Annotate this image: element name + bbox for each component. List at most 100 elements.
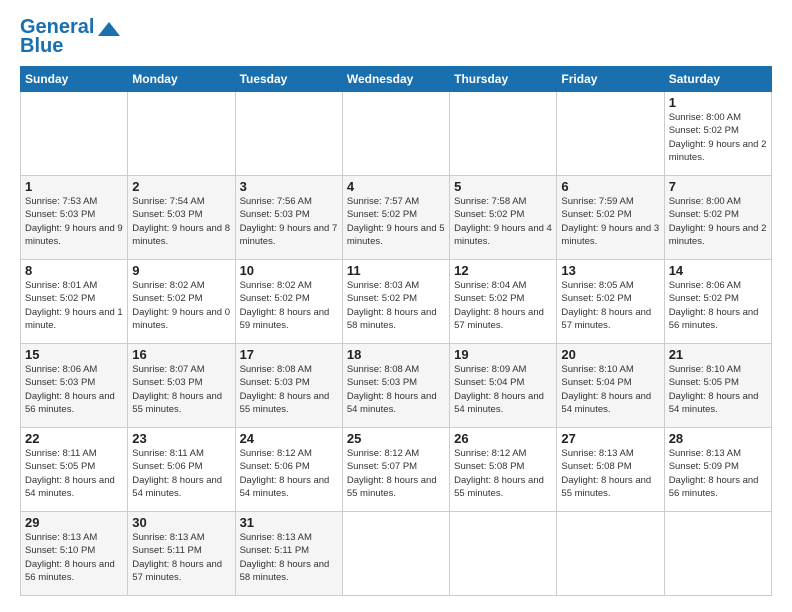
calendar-cell: 24Sunrise: 8:12 AMSunset: 5:06 PMDayligh…	[235, 428, 342, 512]
calendar-cell: 3Sunrise: 7:56 AMSunset: 5:03 PMDaylight…	[235, 176, 342, 260]
day-info: Sunrise: 8:02 AMSunset: 5:02 PMDaylight:…	[132, 279, 230, 332]
day-number: 12	[454, 263, 552, 278]
calendar-cell: 30Sunrise: 8:13 AMSunset: 5:11 PMDayligh…	[128, 512, 235, 596]
header: General Blue	[20, 16, 772, 58]
day-info: Sunrise: 8:13 AMSunset: 5:08 PMDaylight:…	[561, 447, 659, 500]
calendar-week-0: 1Sunrise: 8:00 AMSunset: 5:02 PMDaylight…	[21, 92, 772, 176]
day-number: 1	[669, 95, 767, 110]
day-number: 16	[132, 347, 230, 362]
day-number: 23	[132, 431, 230, 446]
logo-arrow-icon	[98, 22, 120, 36]
day-info: Sunrise: 8:12 AMSunset: 5:07 PMDaylight:…	[347, 447, 445, 500]
day-info: Sunrise: 8:03 AMSunset: 5:02 PMDaylight:…	[347, 279, 445, 332]
day-info: Sunrise: 8:00 AMSunset: 5:02 PMDaylight:…	[669, 111, 767, 164]
calendar-cell: 8Sunrise: 8:01 AMSunset: 5:02 PMDaylight…	[21, 260, 128, 344]
day-info: Sunrise: 8:13 AMSunset: 5:11 PMDaylight:…	[240, 531, 338, 584]
day-number: 29	[25, 515, 123, 530]
calendar-cell: 14Sunrise: 8:06 AMSunset: 5:02 PMDayligh…	[664, 260, 771, 344]
day-info: Sunrise: 7:57 AMSunset: 5:02 PMDaylight:…	[347, 195, 445, 248]
day-info: Sunrise: 7:58 AMSunset: 5:02 PMDaylight:…	[454, 195, 552, 248]
day-number: 26	[454, 431, 552, 446]
calendar-cell: 18Sunrise: 8:08 AMSunset: 5:03 PMDayligh…	[342, 344, 449, 428]
calendar-cell: 20Sunrise: 8:10 AMSunset: 5:04 PMDayligh…	[557, 344, 664, 428]
day-info: Sunrise: 7:53 AMSunset: 5:03 PMDaylight:…	[25, 195, 123, 248]
day-number: 7	[669, 179, 767, 194]
calendar-week-1: 1Sunrise: 7:53 AMSunset: 5:03 PMDaylight…	[21, 176, 772, 260]
calendar-cell: 13Sunrise: 8:05 AMSunset: 5:02 PMDayligh…	[557, 260, 664, 344]
calendar-cell: 11Sunrise: 8:03 AMSunset: 5:02 PMDayligh…	[342, 260, 449, 344]
weekday-header-wednesday: Wednesday	[342, 67, 449, 92]
calendar-cell: 9Sunrise: 8:02 AMSunset: 5:02 PMDaylight…	[128, 260, 235, 344]
day-info: Sunrise: 8:12 AMSunset: 5:06 PMDaylight:…	[240, 447, 338, 500]
calendar-cell	[450, 512, 557, 596]
day-info: Sunrise: 7:54 AMSunset: 5:03 PMDaylight:…	[132, 195, 230, 248]
calendar-cell: 23Sunrise: 8:11 AMSunset: 5:06 PMDayligh…	[128, 428, 235, 512]
day-number: 8	[25, 263, 123, 278]
calendar-week-4: 22Sunrise: 8:11 AMSunset: 5:05 PMDayligh…	[21, 428, 772, 512]
day-info: Sunrise: 7:59 AMSunset: 5:02 PMDaylight:…	[561, 195, 659, 248]
logo-blue: Blue	[20, 35, 63, 58]
day-number: 30	[132, 515, 230, 530]
calendar-cell: 17Sunrise: 8:08 AMSunset: 5:03 PMDayligh…	[235, 344, 342, 428]
calendar-table: SundayMondayTuesdayWednesdayThursdayFrid…	[20, 66, 772, 596]
day-info: Sunrise: 8:13 AMSunset: 5:09 PMDaylight:…	[669, 447, 767, 500]
day-number: 15	[25, 347, 123, 362]
day-info: Sunrise: 7:56 AMSunset: 5:03 PMDaylight:…	[240, 195, 338, 248]
day-info: Sunrise: 8:05 AMSunset: 5:02 PMDaylight:…	[561, 279, 659, 332]
calendar-cell: 1Sunrise: 7:53 AMSunset: 5:03 PMDaylight…	[21, 176, 128, 260]
calendar-cell: 25Sunrise: 8:12 AMSunset: 5:07 PMDayligh…	[342, 428, 449, 512]
day-number: 18	[347, 347, 445, 362]
day-number: 25	[347, 431, 445, 446]
day-number: 27	[561, 431, 659, 446]
calendar-cell: 1Sunrise: 8:00 AMSunset: 5:02 PMDaylight…	[664, 92, 771, 176]
calendar-cell	[235, 92, 342, 176]
day-number: 11	[347, 263, 445, 278]
calendar-cell: 21Sunrise: 8:10 AMSunset: 5:05 PMDayligh…	[664, 344, 771, 428]
weekday-header-monday: Monday	[128, 67, 235, 92]
calendar-cell: 5Sunrise: 7:58 AMSunset: 5:02 PMDaylight…	[450, 176, 557, 260]
day-info: Sunrise: 8:07 AMSunset: 5:03 PMDaylight:…	[132, 363, 230, 416]
weekday-header-friday: Friday	[557, 67, 664, 92]
day-number: 20	[561, 347, 659, 362]
logo: General Blue	[20, 16, 120, 58]
day-info: Sunrise: 8:10 AMSunset: 5:05 PMDaylight:…	[669, 363, 767, 416]
calendar-cell: 4Sunrise: 7:57 AMSunset: 5:02 PMDaylight…	[342, 176, 449, 260]
day-info: Sunrise: 8:01 AMSunset: 5:02 PMDaylight:…	[25, 279, 123, 332]
day-number: 21	[669, 347, 767, 362]
day-info: Sunrise: 8:09 AMSunset: 5:04 PMDaylight:…	[454, 363, 552, 416]
day-info: Sunrise: 8:11 AMSunset: 5:06 PMDaylight:…	[132, 447, 230, 500]
calendar-cell	[342, 512, 449, 596]
calendar-cell: 19Sunrise: 8:09 AMSunset: 5:04 PMDayligh…	[450, 344, 557, 428]
day-number: 14	[669, 263, 767, 278]
calendar-cell	[342, 92, 449, 176]
day-info: Sunrise: 8:00 AMSunset: 5:02 PMDaylight:…	[669, 195, 767, 248]
day-number: 4	[347, 179, 445, 194]
calendar-cell: 2Sunrise: 7:54 AMSunset: 5:03 PMDaylight…	[128, 176, 235, 260]
calendar-cell	[21, 92, 128, 176]
day-number: 6	[561, 179, 659, 194]
calendar-cell: 12Sunrise: 8:04 AMSunset: 5:02 PMDayligh…	[450, 260, 557, 344]
day-info: Sunrise: 8:10 AMSunset: 5:04 PMDaylight:…	[561, 363, 659, 416]
day-number: 5	[454, 179, 552, 194]
day-number: 31	[240, 515, 338, 530]
day-number: 24	[240, 431, 338, 446]
calendar-cell	[557, 512, 664, 596]
day-number: 1	[25, 179, 123, 194]
calendar-cell: 22Sunrise: 8:11 AMSunset: 5:05 PMDayligh…	[21, 428, 128, 512]
weekday-header-saturday: Saturday	[664, 67, 771, 92]
day-info: Sunrise: 8:08 AMSunset: 5:03 PMDaylight:…	[347, 363, 445, 416]
day-info: Sunrise: 8:11 AMSunset: 5:05 PMDaylight:…	[25, 447, 123, 500]
calendar-week-2: 8Sunrise: 8:01 AMSunset: 5:02 PMDaylight…	[21, 260, 772, 344]
calendar-cell: 15Sunrise: 8:06 AMSunset: 5:03 PMDayligh…	[21, 344, 128, 428]
day-info: Sunrise: 8:13 AMSunset: 5:10 PMDaylight:…	[25, 531, 123, 584]
calendar-cell	[128, 92, 235, 176]
weekday-header-tuesday: Tuesday	[235, 67, 342, 92]
calendar-cell: 7Sunrise: 8:00 AMSunset: 5:02 PMDaylight…	[664, 176, 771, 260]
day-info: Sunrise: 8:02 AMSunset: 5:02 PMDaylight:…	[240, 279, 338, 332]
calendar-body: 1Sunrise: 8:00 AMSunset: 5:02 PMDaylight…	[21, 92, 772, 596]
day-info: Sunrise: 8:08 AMSunset: 5:03 PMDaylight:…	[240, 363, 338, 416]
calendar-cell	[664, 512, 771, 596]
weekday-header-thursday: Thursday	[450, 67, 557, 92]
calendar-cell: 16Sunrise: 8:07 AMSunset: 5:03 PMDayligh…	[128, 344, 235, 428]
day-number: 22	[25, 431, 123, 446]
